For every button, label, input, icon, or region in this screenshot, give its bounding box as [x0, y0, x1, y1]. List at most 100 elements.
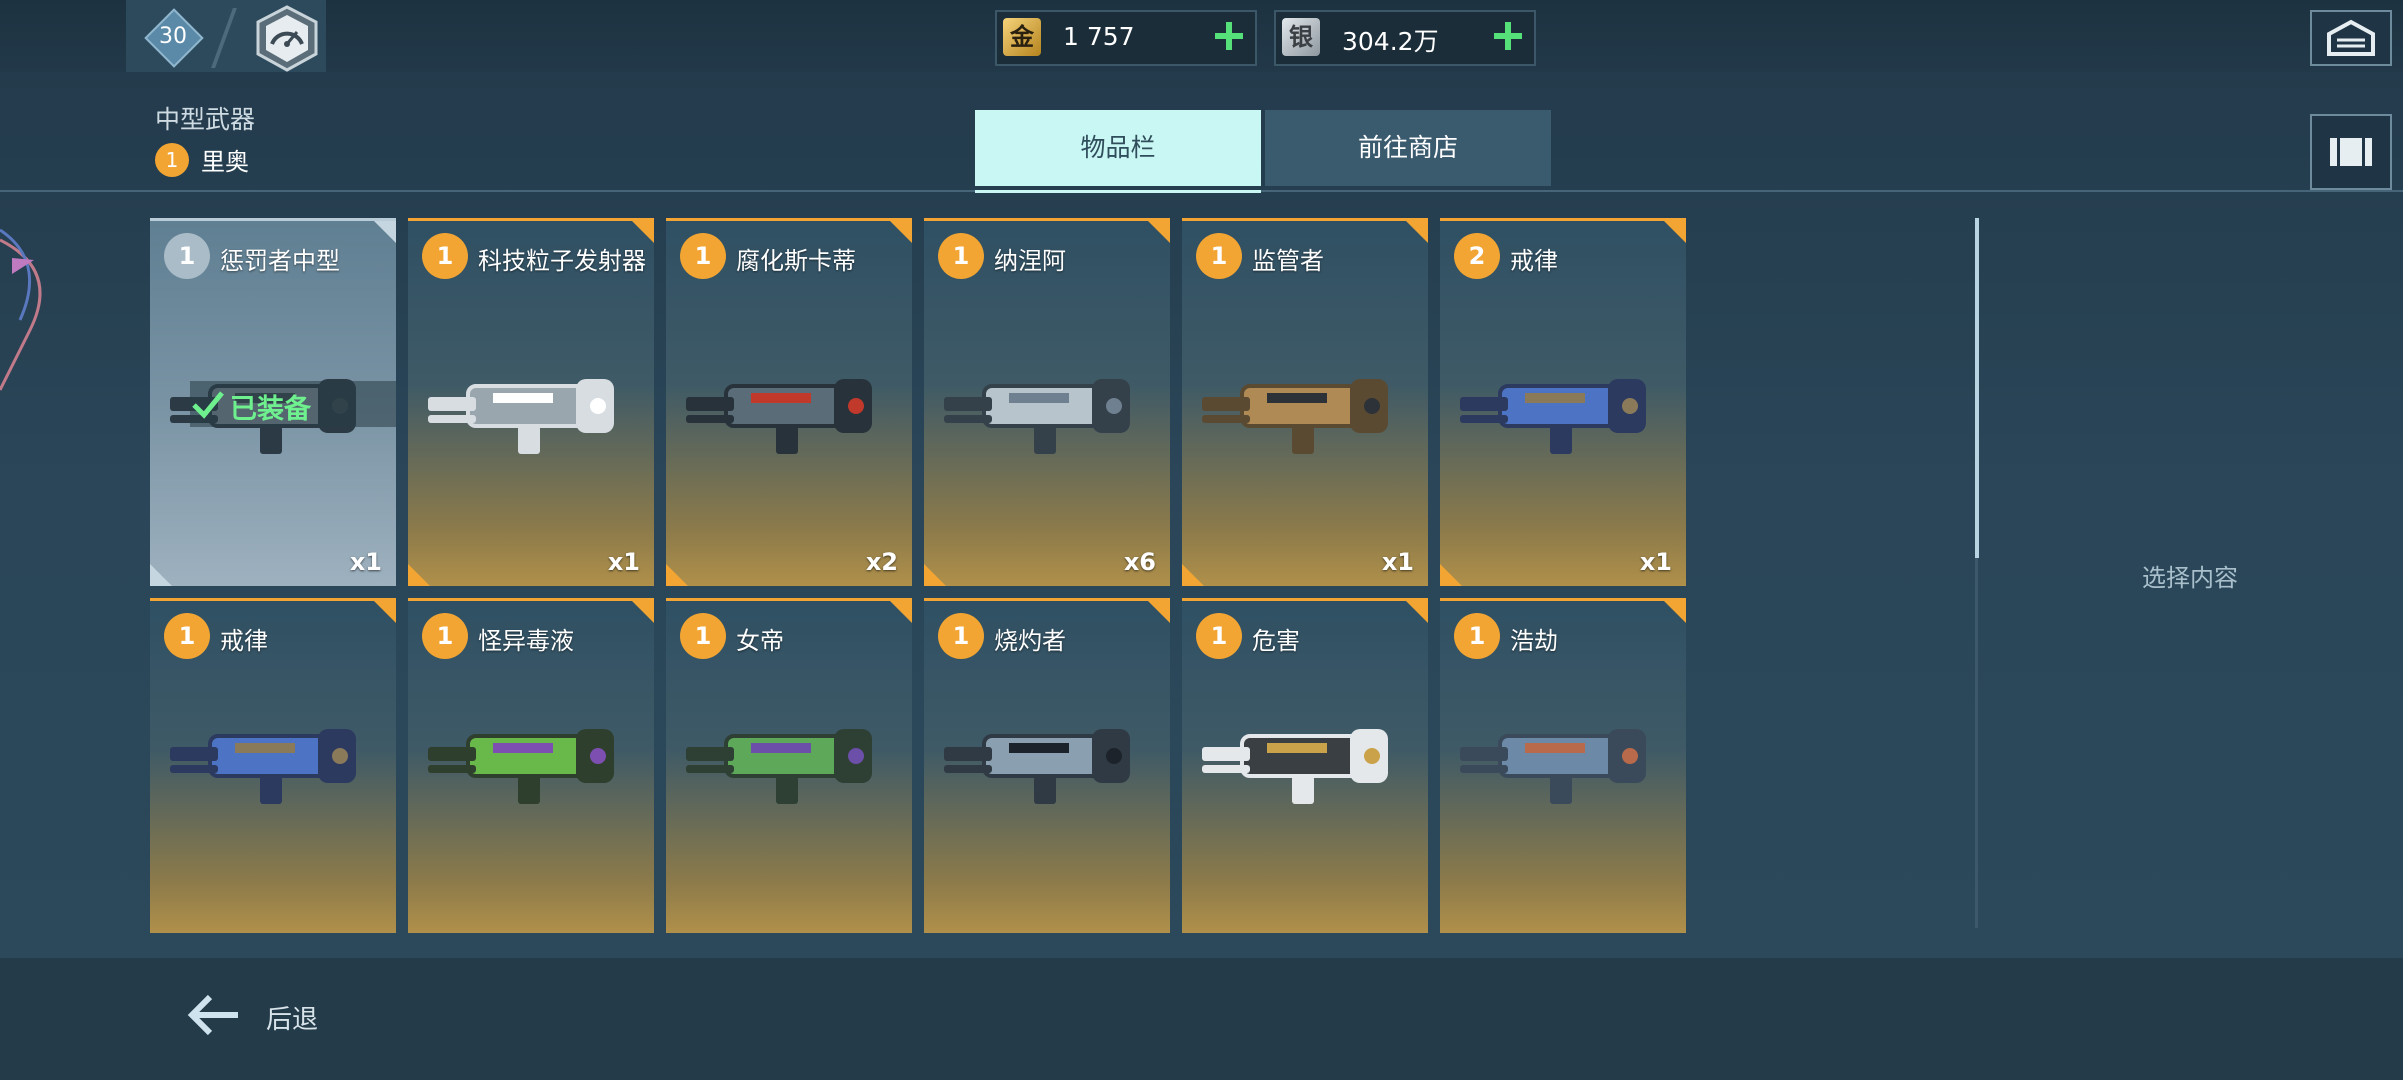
hangar-icon: [2327, 19, 2375, 56]
rank-badge: 1: [938, 613, 984, 659]
level-number: 30: [159, 24, 187, 49]
card-corner-decoration: [150, 564, 172, 586]
weapon-image: [1202, 379, 1388, 454]
rank-badge: 1: [164, 233, 210, 279]
rank-badge: 1: [1196, 233, 1242, 279]
card-corner-decoration: [632, 221, 654, 243]
card-corner-decoration: [1148, 601, 1170, 623]
tab-inventory[interactable]: 物品栏: [975, 110, 1261, 186]
equipped-label: 已装备: [230, 394, 311, 425]
rank-badge: 1: [680, 613, 726, 659]
weapon-card[interactable]: 1 烧灼者: [924, 598, 1170, 933]
card-corner-decoration: [632, 601, 654, 623]
weapon-name: 女帝: [736, 627, 784, 655]
weapon-card[interactable]: 2 戒律 x1: [1440, 218, 1686, 586]
category-title: 中型武器: [155, 105, 256, 134]
weapon-card[interactable]: 1 怪异毒液: [408, 598, 654, 933]
tab-shop[interactable]: 前往商店: [1265, 110, 1551, 186]
weapon-image: [1460, 729, 1646, 804]
card-corner-decoration: [408, 564, 430, 586]
weapon-name: 监管者: [1252, 247, 1324, 275]
silver-currency: 银 304.2万: [1274, 10, 1536, 66]
weapon-image: [428, 729, 614, 804]
card-corner-decoration: [890, 601, 912, 623]
equipped-badge: 已装备: [190, 381, 396, 427]
card-corner-decoration: [1440, 564, 1462, 586]
weapon-image: [686, 729, 872, 804]
rank-badge: 1: [422, 233, 468, 279]
weapon-card[interactable]: 1 纳涅阿 x6: [924, 218, 1170, 586]
weapon-name: 科技粒子发射器: [478, 247, 646, 275]
gold-value: 1 757: [1063, 22, 1135, 51]
side-drawer-handle[interactable]: [0, 200, 60, 400]
card-corner-decoration: [374, 601, 396, 623]
weapon-image: [944, 379, 1130, 454]
weapon-card[interactable]: 1 腐化斯卡蒂 x2: [666, 218, 912, 586]
weapon-name: 浩劫: [1510, 627, 1558, 655]
back-button[interactable]: 后退: [180, 985, 340, 1045]
weapon-name: 纳涅阿: [994, 247, 1066, 275]
weapon-card[interactable]: 1 戒律: [150, 598, 396, 933]
card-corner-decoration: [924, 564, 946, 586]
weapon-name: 惩罚者中型: [220, 247, 340, 275]
weapon-image: [944, 729, 1130, 804]
bottom-bar: [0, 958, 2403, 1080]
weapon-image: [1202, 729, 1388, 804]
hangar-button[interactable]: [2310, 10, 2392, 66]
weapon-name: 腐化斯卡蒂: [736, 247, 856, 275]
sub-rank-badge: 1: [155, 142, 189, 177]
weapon-name: 烧灼者: [994, 627, 1066, 655]
card-corner-decoration: [1406, 601, 1428, 623]
checkmark-icon: [192, 391, 224, 419]
weapon-card[interactable]: 1 科技粒子发射器 x1: [408, 218, 654, 586]
quantity-label: x1: [1639, 548, 1672, 576]
rank-badge: 1: [938, 233, 984, 279]
selection-placeholder: 选择内容: [2142, 564, 2238, 592]
rank-badge: 1: [680, 233, 726, 279]
quantity-label: x2: [865, 548, 898, 576]
subcategory: 1 里奥: [155, 142, 249, 178]
weapon-image: [428, 379, 614, 454]
silver-value: 304.2万: [1342, 27, 1439, 56]
speedometer-icon[interactable]: [252, 4, 322, 74]
gold-currency: 金 1 757: [995, 10, 1257, 66]
weapon-name: 怪异毒液: [478, 627, 574, 655]
gold-icon: 金: [1003, 18, 1041, 56]
card-corner-decoration: [1182, 564, 1204, 586]
card-corner-decoration: [666, 564, 688, 586]
back-label: 后退: [266, 1005, 319, 1035]
add-gold-button[interactable]: [1211, 18, 1247, 54]
card-corner-decoration: [890, 221, 912, 243]
card-corner-decoration: [374, 221, 396, 243]
weapon-image: [686, 379, 872, 454]
weapon-name: 危害: [1252, 627, 1300, 655]
card-corner-decoration: [1148, 221, 1170, 243]
weapon-card[interactable]: 1 惩罚者中型 x1 已装备: [150, 218, 396, 586]
rank-badge: 1: [164, 613, 210, 659]
weapon-card[interactable]: 1 危害: [1182, 598, 1428, 933]
add-silver-button[interactable]: [1490, 18, 1526, 54]
arrow-left-icon: [187, 994, 238, 1036]
layout-toggle-button[interactable]: [2310, 114, 2392, 190]
weapon-card[interactable]: 1 监管者 x1: [1182, 218, 1428, 586]
scrollbar-thumb[interactable]: [1975, 218, 1979, 558]
weapon-image: [1460, 379, 1646, 454]
rank-badge: 1: [1196, 613, 1242, 659]
card-corner-decoration: [1664, 221, 1686, 243]
silver-icon: 银: [1282, 18, 1320, 56]
level-badge: 30: [144, 8, 204, 68]
quantity-label: x1: [349, 548, 382, 576]
card-corner-decoration: [1406, 221, 1428, 243]
rank-badge: 2: [1454, 233, 1500, 279]
panel-icon: [2330, 138, 2372, 166]
sub-name: 里奥: [201, 148, 249, 176]
card-corner-decoration: [1664, 601, 1686, 623]
rank-badge: 1: [1454, 613, 1500, 659]
weapon-card[interactable]: 1 女帝: [666, 598, 912, 933]
tab-active-indicator: [975, 190, 1261, 193]
weapon-card[interactable]: 1 浩劫: [1440, 598, 1686, 933]
weapon-name: 戒律: [1510, 247, 1558, 275]
weapon-name: 戒律: [220, 627, 268, 655]
weapon-image: [170, 729, 356, 804]
rank-badge: 1: [422, 613, 468, 659]
